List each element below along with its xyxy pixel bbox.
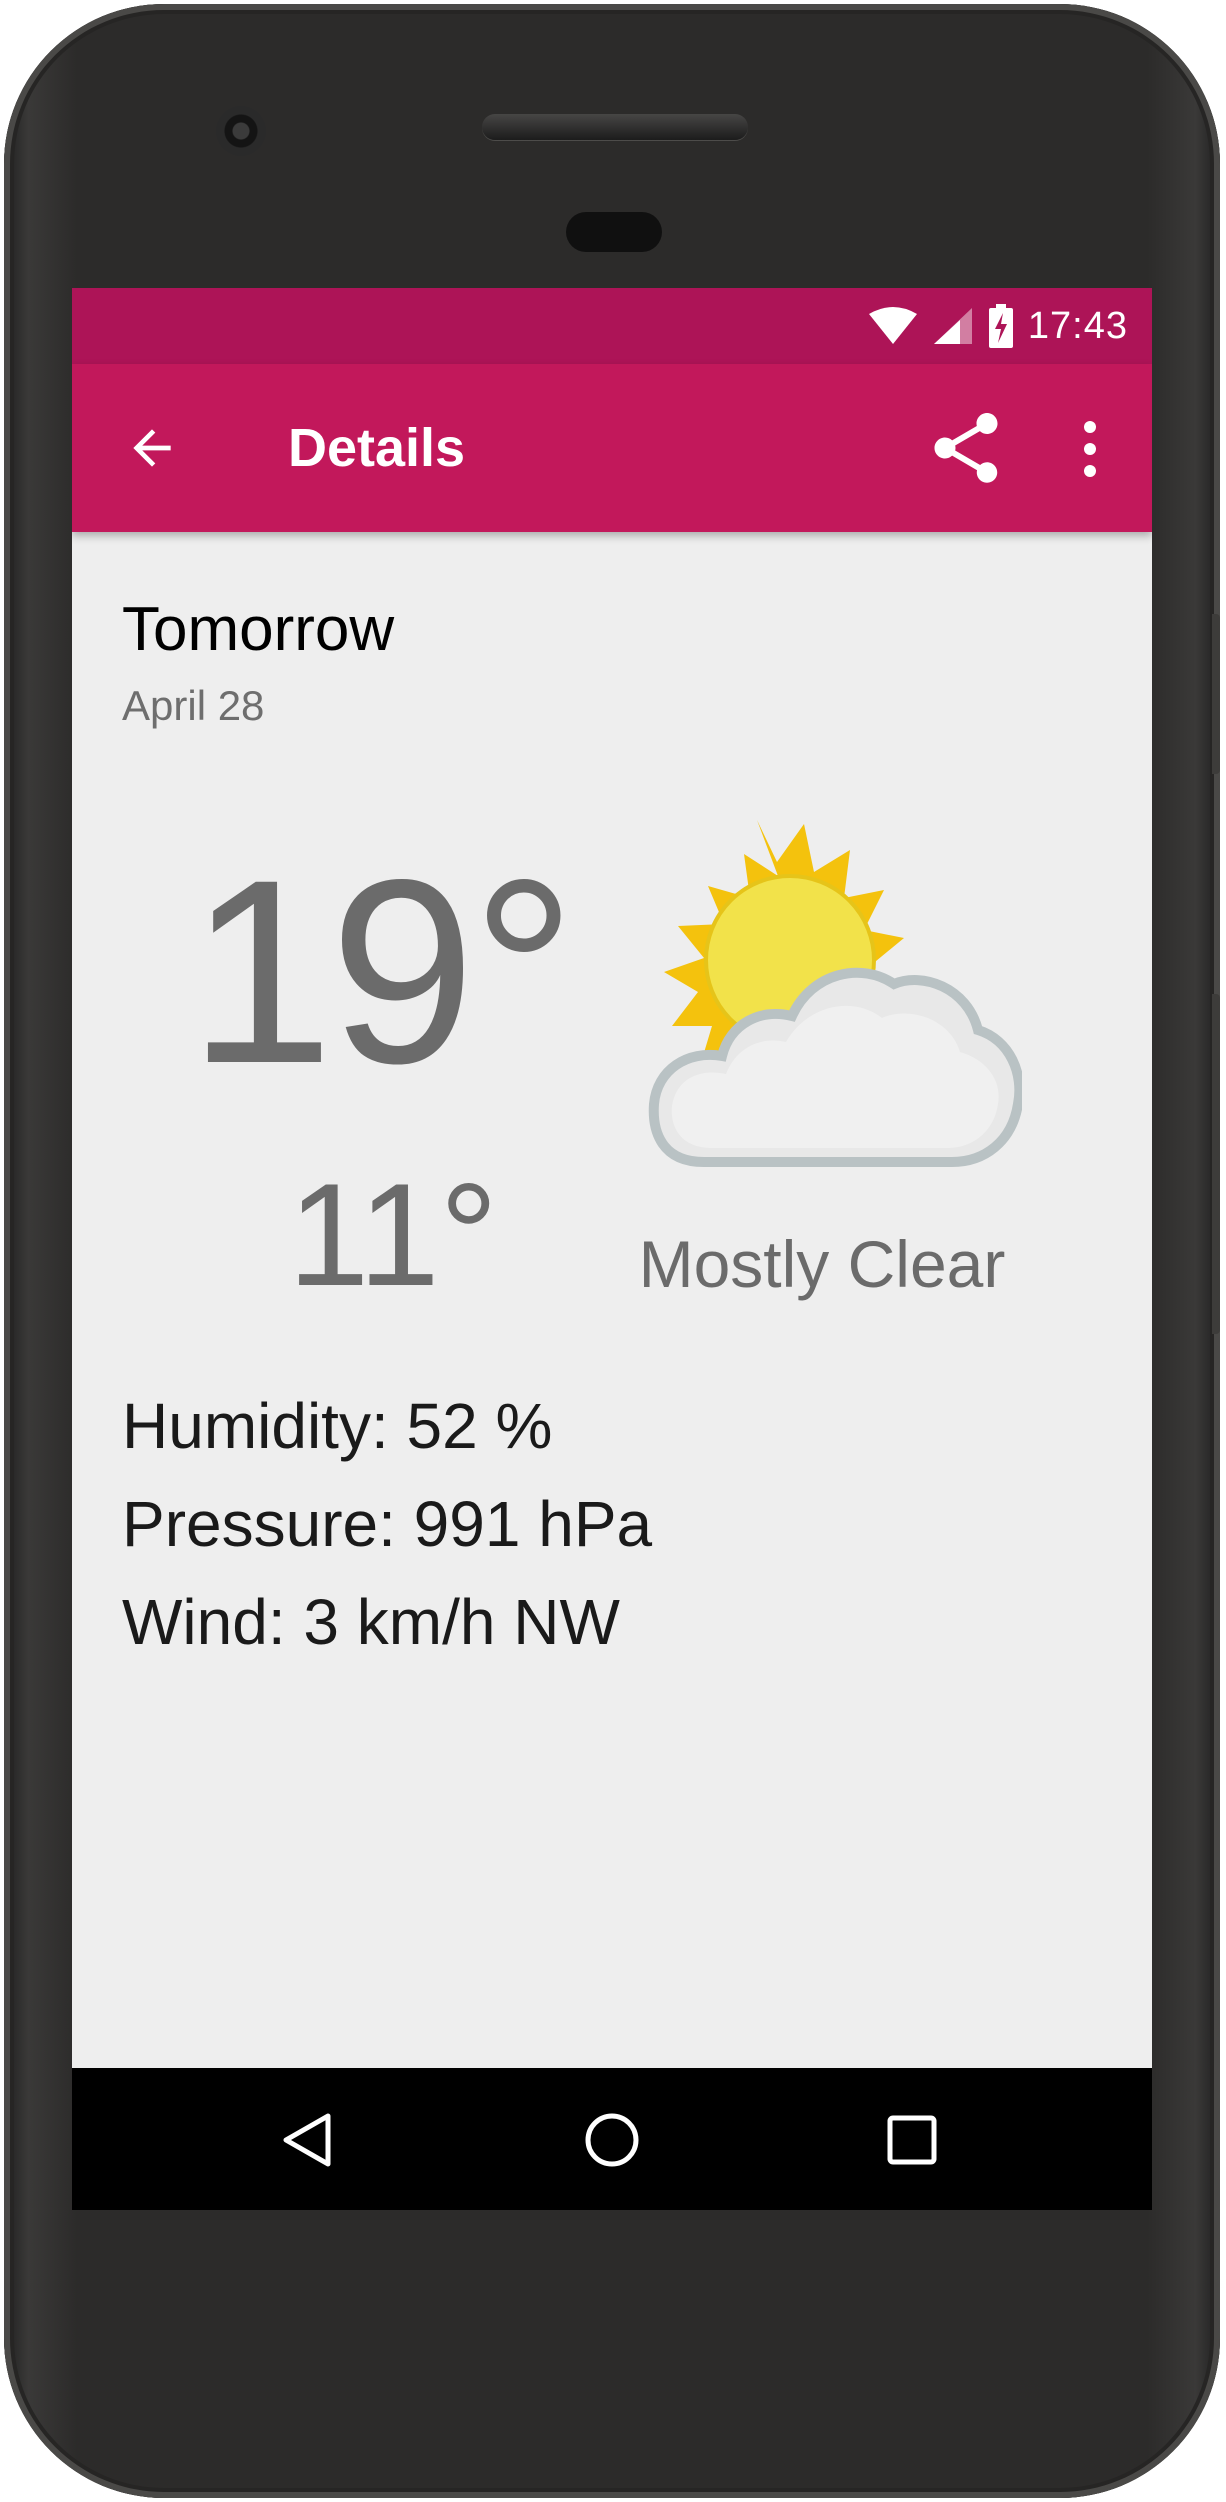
status-icons: 17:43 — [868, 302, 1128, 350]
pressure-label: Pressure: 991 hPa — [122, 1488, 653, 1560]
wind-label: Wind: 3 km/h NW — [122, 1586, 620, 1658]
app-toolbar: Details — [72, 364, 1152, 532]
day-title: Tomorrow — [122, 595, 395, 664]
front-camera — [216, 106, 266, 156]
recents-square-icon — [887, 2115, 937, 2165]
more-vert-icon — [1084, 421, 1096, 477]
side-button-top — [1212, 614, 1220, 774]
earpiece-speaker — [482, 114, 748, 140]
back-triangle-icon — [283, 2113, 331, 2167]
toolbar-title: Details — [288, 418, 466, 478]
weather-condition: Mostly Clear — [638, 1227, 1006, 1301]
share-icon — [934, 413, 998, 483]
nav-home-button[interactable] — [562, 2090, 662, 2190]
nav-back-button[interactable] — [258, 2090, 358, 2190]
day-date: April 28 — [122, 682, 265, 729]
arrow-back-icon — [133, 429, 171, 467]
status-time: 17:43 — [1027, 304, 1128, 347]
proximity-sensor — [566, 212, 662, 252]
humidity-label: Humidity: 52 % — [122, 1390, 553, 1462]
high-temperature: 19° — [188, 825, 576, 1118]
share-button[interactable] — [918, 400, 1014, 496]
forecast-detail: Tomorrow April 28 19° 11° Mostly Clear H… — [72, 532, 1152, 2052]
back-button[interactable] — [112, 408, 192, 488]
screen: 17:43 Details Tomorrow April 28 19° 11° … — [72, 288, 1152, 2210]
system-navigation-bar — [72, 2068, 1152, 2210]
home-circle-icon — [585, 2113, 639, 2167]
phone-frame: 17:43 Details Tomorrow April 28 19° 11° … — [4, 4, 1220, 2498]
sun-behind-cloud-icon — [648, 820, 1022, 1167]
volume-button — [1212, 994, 1220, 1334]
battery-charging-icon — [988, 304, 1013, 348]
nav-recents-button[interactable] — [862, 2090, 962, 2190]
status-bar: 17:43 — [72, 288, 1152, 364]
wifi-icon — [868, 307, 917, 344]
low-temperature: 11° — [288, 1153, 498, 1316]
cellular-signal-icon — [933, 308, 972, 344]
overflow-menu-button[interactable] — [1050, 404, 1130, 494]
